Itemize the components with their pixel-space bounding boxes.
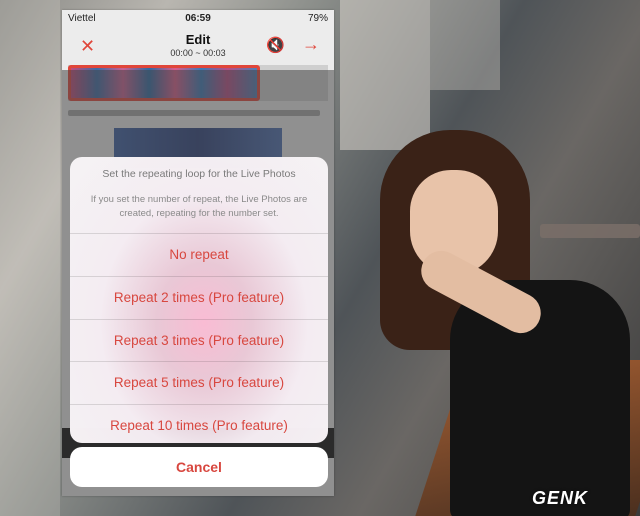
phone-screenshot: Viettel 06:59 79% ✕ Edit 00:00 ~ 00:03 🔇… [62,10,334,496]
option-repeat-2[interactable]: Repeat 2 times (Pro feature) [70,277,328,320]
genk-watermark: GENK [532,488,589,508]
option-repeat-5[interactable]: Repeat 5 times (Pro feature) [70,362,328,406]
action-sheet-message: If you set the number of repeat, the Liv… [90,194,308,219]
option-no-repeat[interactable]: No repeat [70,234,328,277]
nav-bar: ✕ Edit 00:00 ~ 00:03 🔇 → [62,28,334,68]
arrow-right-icon[interactable]: → [302,34,320,55]
option-repeat-10[interactable]: Repeat 10 times (Pro feature) [70,405,328,443]
page-title: Edit [185,32,211,47]
time-range: 00:00 ~ 00:03 [170,48,226,58]
cancel-button[interactable]: Cancel [70,447,328,487]
mute-icon[interactable]: 🔇 [266,36,285,54]
action-sheet-title: Set the repeating loop for the Live Phot… [102,168,296,180]
battery-percent: 79% [307,13,328,24]
action-sheet-header: Set the repeating loop for the Live Phot… [70,157,328,234]
action-sheet: Set the repeating loop for the Live Phot… [70,157,328,443]
status-bar: Viettel 06:59 79% [62,10,334,28]
option-repeat-3[interactable]: Repeat 3 times (Pro feature) [70,320,328,363]
clock: 06:59 [185,13,211,24]
